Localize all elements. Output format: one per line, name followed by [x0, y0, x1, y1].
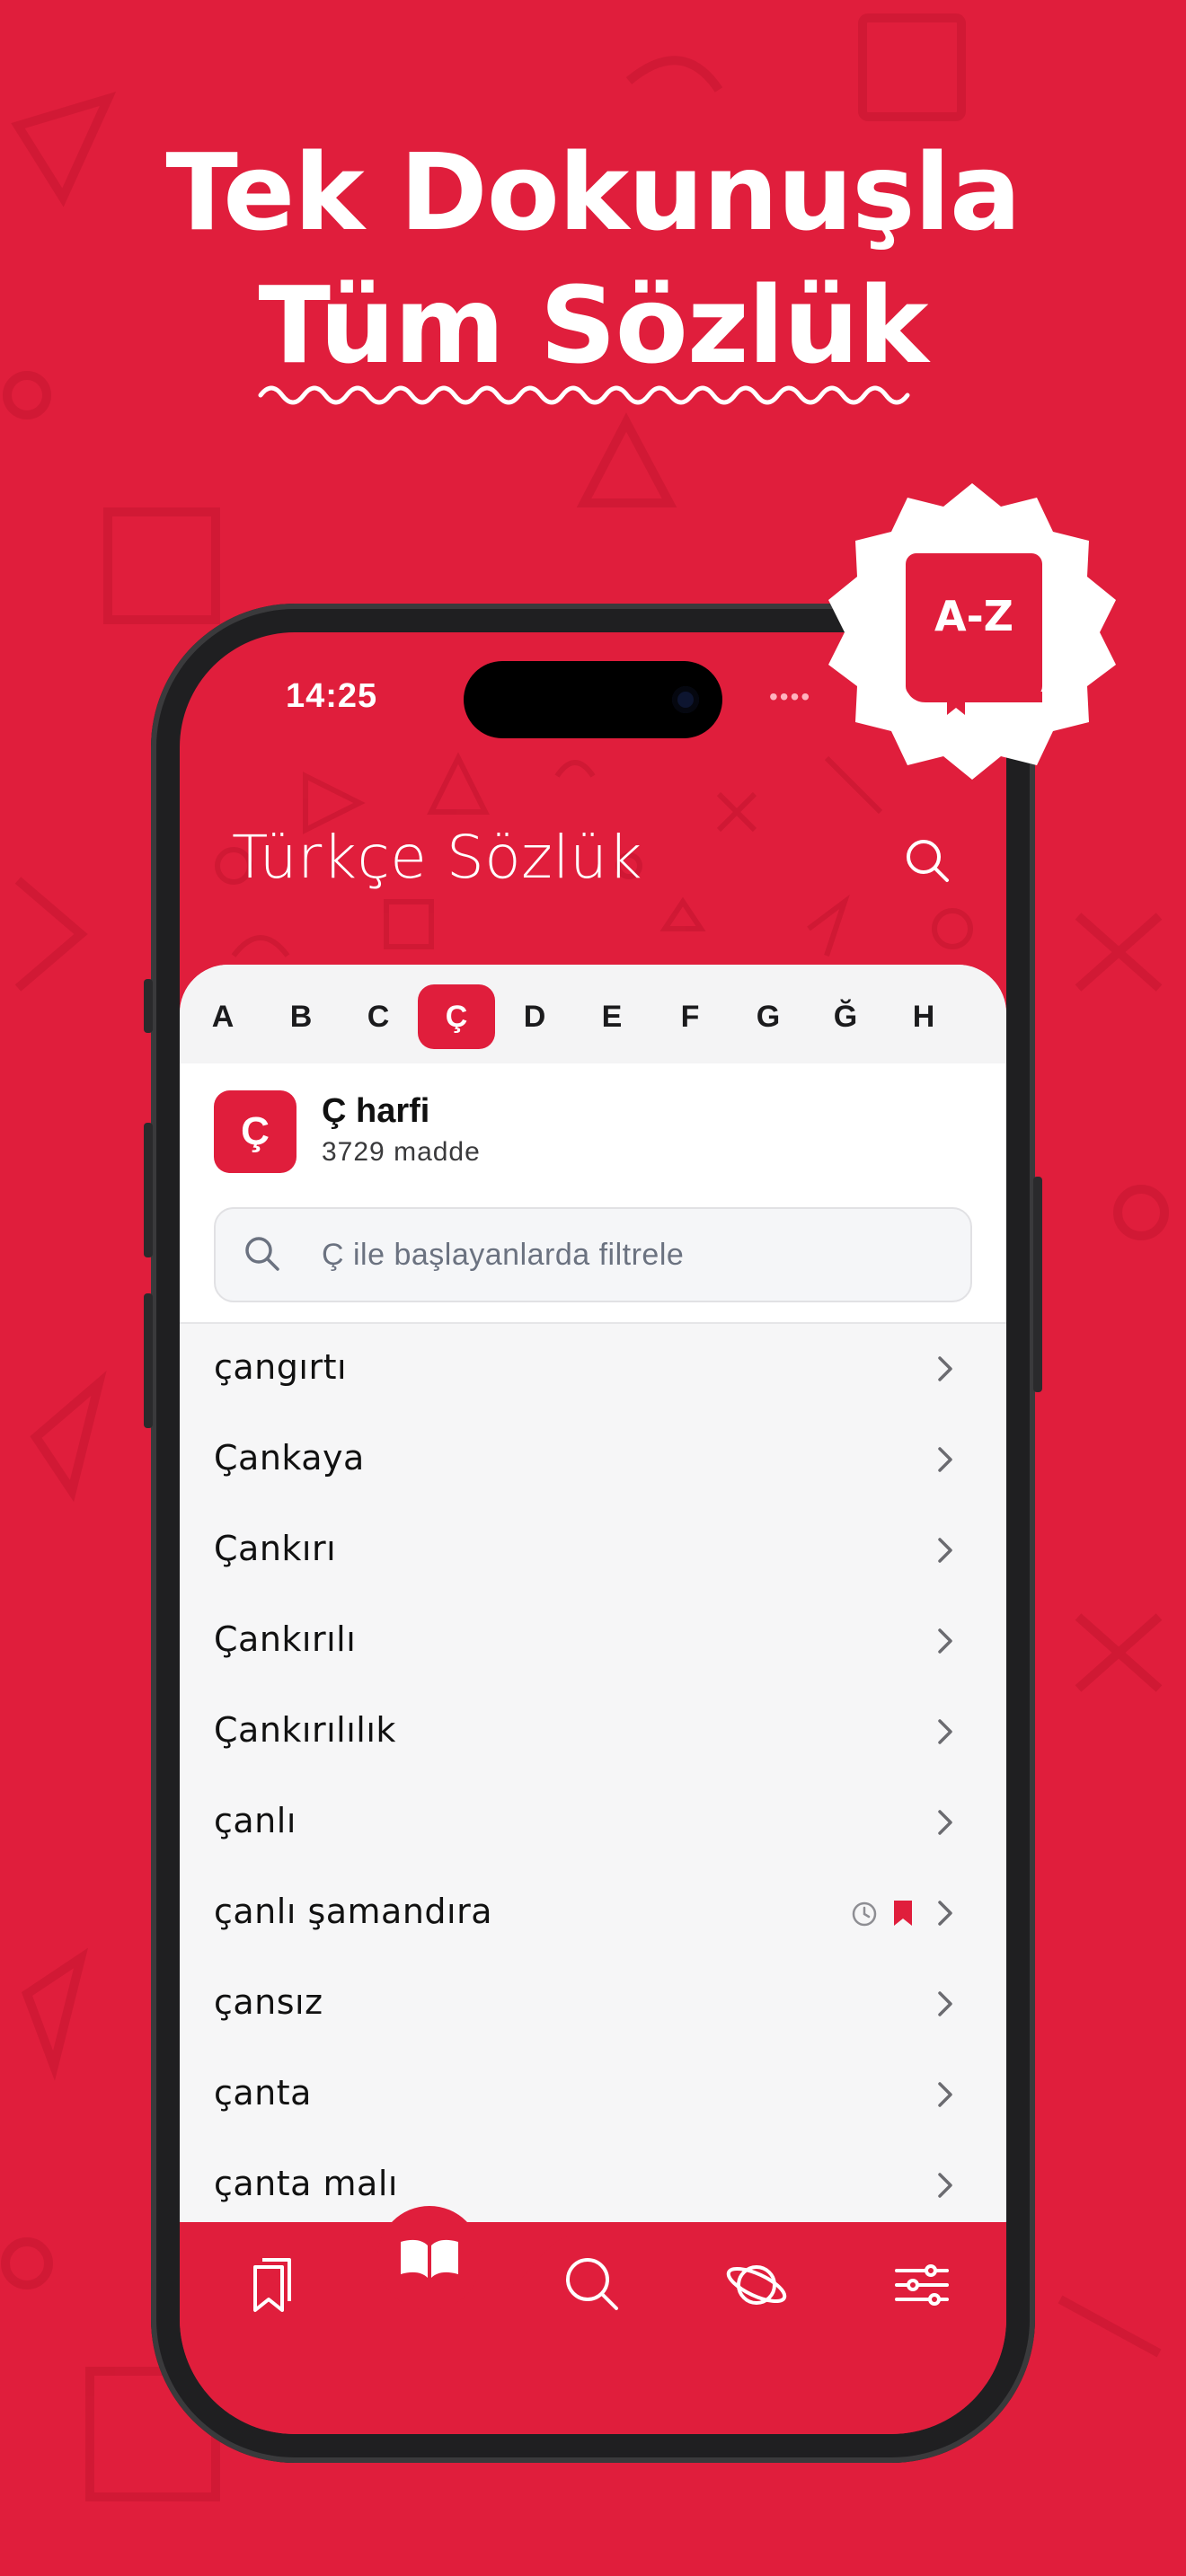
front-camera — [672, 686, 699, 713]
filter-input[interactable]: Ç ile başlayanlarda filtrele — [214, 1207, 972, 1302]
word-text: çanta — [214, 2073, 312, 2113]
word-text: Çankırılı — [214, 1619, 357, 1659]
phone-action-button — [144, 979, 153, 1033]
letter-info-panel: Ç Ç harfi 3729 madde Ç ile başlayanlarda… — [180, 1063, 1006, 1324]
tab-dictionary[interactable] — [377, 2206, 482, 2310]
phone-screen: 14:25 •••• Türkçe Sözlük A B C Ç D E F G… — [180, 632, 1006, 2434]
content-sheet: A B C Ç D E F G Ğ H Ç Ç harfi 3729 madde… — [180, 965, 1006, 2222]
chevron-right-icon — [938, 1628, 952, 1654]
headline: Tek Dokunuşla Tüm Sözlük — [0, 126, 1186, 392]
word-row[interactable]: çanta malı — [180, 2140, 1006, 2222]
chevron-right-icon — [938, 2082, 952, 2107]
word-row[interactable]: Çankırılılık — [180, 1687, 1006, 1778]
chevron-right-icon — [938, 1447, 952, 1472]
phone-power-button — [1033, 1177, 1042, 1392]
search-icon — [245, 1237, 279, 1271]
word-row[interactable]: Çankırı — [180, 1505, 1006, 1596]
book-az-badge: A-Z — [828, 483, 1116, 780]
history-icon — [852, 1901, 877, 1927]
letter-tab-a[interactable]: A — [184, 984, 261, 1049]
status-time: 14:25 — [286, 677, 378, 715]
status-signal: •••• — [769, 683, 812, 710]
chevron-right-icon — [938, 1719, 952, 1744]
filter-placeholder: Ç ile başlayanlarda filtrele — [322, 1238, 685, 1272]
book-az-icon: A-Z — [906, 553, 1042, 715]
letter-tab-b[interactable]: B — [262, 984, 340, 1049]
word-text: çanlı şamandıra — [214, 1892, 493, 1931]
bookmarks-icon[interactable] — [234, 2249, 305, 2321]
word-row[interactable]: çanlı şamandıra — [180, 1868, 1006, 1959]
planet-icon[interactable] — [721, 2249, 792, 2321]
word-row[interactable]: çanta — [180, 2050, 1006, 2140]
chevron-right-icon — [938, 1356, 952, 1381]
letter-tab-g-breve[interactable]: Ğ — [807, 984, 884, 1049]
bookmark-icon — [894, 1901, 912, 1926]
headline-line-1: Tek Dokunuşla — [165, 130, 1021, 254]
word-text: çanlı — [214, 1801, 296, 1840]
letter-tab-f[interactable]: F — [651, 984, 729, 1049]
letter-tab-g[interactable]: G — [730, 984, 807, 1049]
app-title: Türkçe Sözlük — [232, 823, 643, 892]
letter-title: Ç harfi — [322, 1092, 430, 1130]
word-text: çangırtı — [214, 1347, 348, 1387]
phone-volume-up — [144, 1123, 153, 1257]
chevron-right-icon — [938, 2173, 952, 2198]
dynamic-island — [464, 661, 722, 738]
letter-badge: Ç — [214, 1090, 296, 1173]
alphabet-bar: A B C Ç D E F G Ğ H — [180, 965, 1006, 1063]
chevron-right-icon — [938, 1991, 952, 2016]
sliders-icon[interactable] — [886, 2249, 958, 2321]
headline-line-2: Tüm Sözlük — [258, 263, 929, 387]
word-row[interactable]: çangırtı — [180, 1324, 1006, 1415]
letter-tab-e[interactable]: E — [573, 984, 651, 1049]
phone-volume-down — [144, 1293, 153, 1428]
search-icon[interactable] — [902, 835, 952, 886]
word-row[interactable]: çansız — [180, 1959, 1006, 2050]
word-text: çanta malı — [214, 2164, 398, 2203]
letter-tab-c-cedilla[interactable]: Ç — [418, 984, 495, 1049]
letter-tab-h[interactable]: H — [885, 984, 962, 1049]
word-row[interactable]: çanlı — [180, 1778, 1006, 1868]
word-text: Çankırılılık — [214, 1710, 396, 1750]
chevron-right-icon — [938, 1901, 952, 1926]
search-icon[interactable] — [557, 2249, 629, 2321]
word-text: çansız — [214, 1982, 323, 2022]
chevron-right-icon — [938, 1810, 952, 1835]
wave-underline — [258, 385, 910, 405]
entry-count: 3729 madde — [322, 1137, 481, 1167]
word-text: Çankırı — [214, 1529, 337, 1568]
chevron-right-icon — [938, 1538, 952, 1563]
letter-tab-d[interactable]: D — [496, 984, 573, 1049]
letter-tab-c[interactable]: C — [340, 984, 417, 1049]
open-book-icon — [401, 2239, 458, 2278]
badge-text: A-Z — [934, 592, 1013, 640]
word-text: Çankaya — [214, 1438, 365, 1478]
word-row[interactable]: Çankaya — [180, 1415, 1006, 1505]
word-row[interactable]: Çankırılı — [180, 1596, 1006, 1687]
